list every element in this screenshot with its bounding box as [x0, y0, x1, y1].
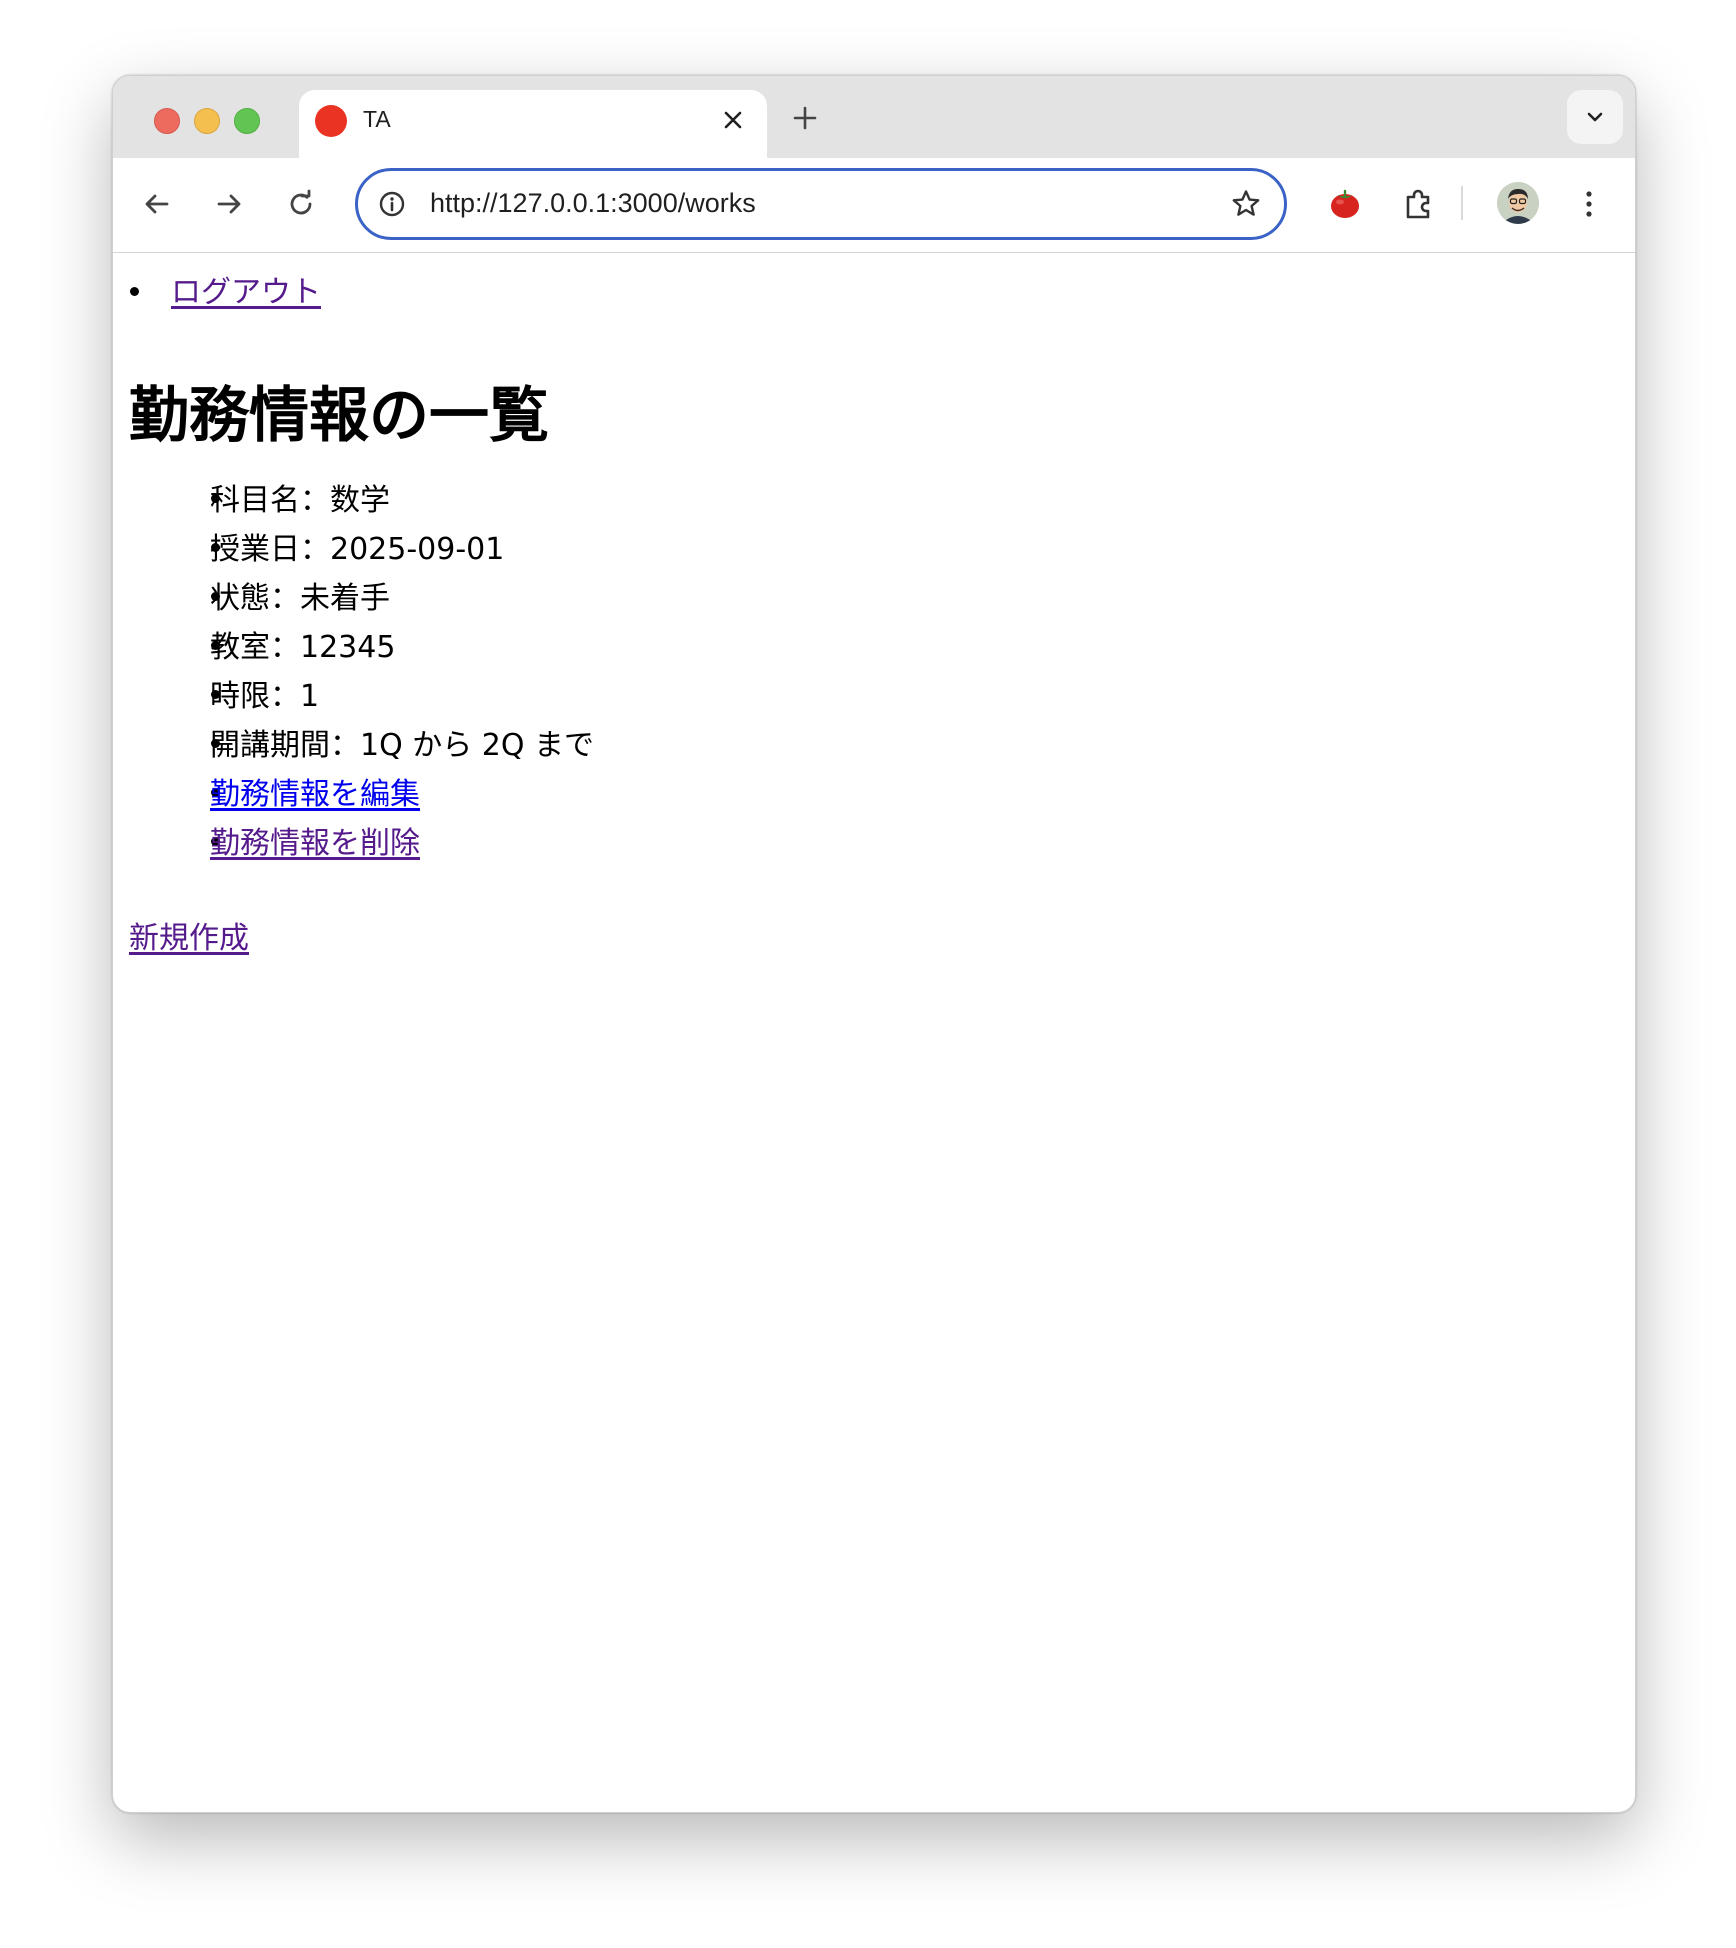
work-term: 開講期間：1Q から 2Q まで	[210, 728, 595, 763]
chevron-down-icon	[1587, 112, 1603, 122]
toolbar-separator	[1461, 186, 1463, 220]
page-content: ログアウト 勤務情報の一覧 科目名：数学 授業日：2025-09-01 状態：未…	[113, 253, 1635, 1812]
page-title: 勤務情報の一覧	[129, 381, 549, 451]
reload-button[interactable]	[277, 180, 325, 228]
extensions-button[interactable]	[1395, 180, 1443, 228]
puzzle-icon	[1406, 189, 1430, 219]
new-work-link[interactable]: 新規作成	[129, 913, 249, 957]
address-url[interactable]: http://127.0.0.1:3000/works	[430, 188, 756, 219]
work-date: 授業日：2025-09-01	[210, 532, 505, 567]
avatar-icon	[1497, 182, 1539, 224]
edit-work-link[interactable]: 勤務情報を編集	[210, 769, 420, 813]
back-button[interactable]	[133, 180, 181, 228]
tab-favicon-icon	[315, 105, 347, 137]
kebab-menu-icon	[1586, 191, 1592, 217]
tab-title: TA	[363, 106, 391, 132]
close-icon	[724, 111, 742, 129]
site-info-button[interactable]	[374, 186, 410, 222]
work-status: 状態：未着手	[210, 581, 390, 616]
window-maximize-button[interactable]	[234, 108, 260, 134]
browser-window: TA http://127.0.0.1:3000/works ログアウト 勤務情…	[112, 75, 1636, 1813]
work-classroom: 教室：12345	[210, 630, 396, 665]
info-icon	[379, 191, 405, 217]
browser-menu-button[interactable]	[1565, 180, 1613, 228]
window-minimize-button[interactable]	[194, 108, 220, 134]
tab-strip: TA	[113, 76, 1635, 158]
forward-button[interactable]	[205, 180, 253, 228]
arrow-right-icon	[217, 194, 241, 214]
browser-tab[interactable]: TA	[299, 90, 767, 158]
tomato-extension-button[interactable]	[1321, 180, 1369, 228]
tab-search-button[interactable]	[1567, 90, 1623, 144]
window-close-button[interactable]	[154, 108, 180, 134]
plus-icon	[793, 106, 817, 130]
tab-close-button[interactable]	[715, 102, 751, 138]
address-bar[interactable]: http://127.0.0.1:3000/works	[355, 168, 1287, 240]
browser-toolbar: http://127.0.0.1:3000/works	[113, 158, 1635, 253]
bookmark-button[interactable]	[1226, 184, 1266, 224]
reload-icon	[290, 189, 312, 215]
delete-work-link[interactable]: 勤務情報を削除	[210, 818, 420, 862]
work-subject: 科目名：数学	[210, 483, 390, 518]
list-bullet	[130, 287, 139, 296]
logout-link[interactable]: ログアウト	[171, 267, 321, 311]
arrow-left-icon	[145, 194, 169, 214]
tomato-icon	[1331, 189, 1359, 218]
star-icon	[1232, 190, 1260, 216]
work-period: 時限：1	[210, 679, 320, 714]
profile-avatar[interactable]	[1497, 182, 1539, 224]
new-tab-button[interactable]	[785, 98, 825, 138]
